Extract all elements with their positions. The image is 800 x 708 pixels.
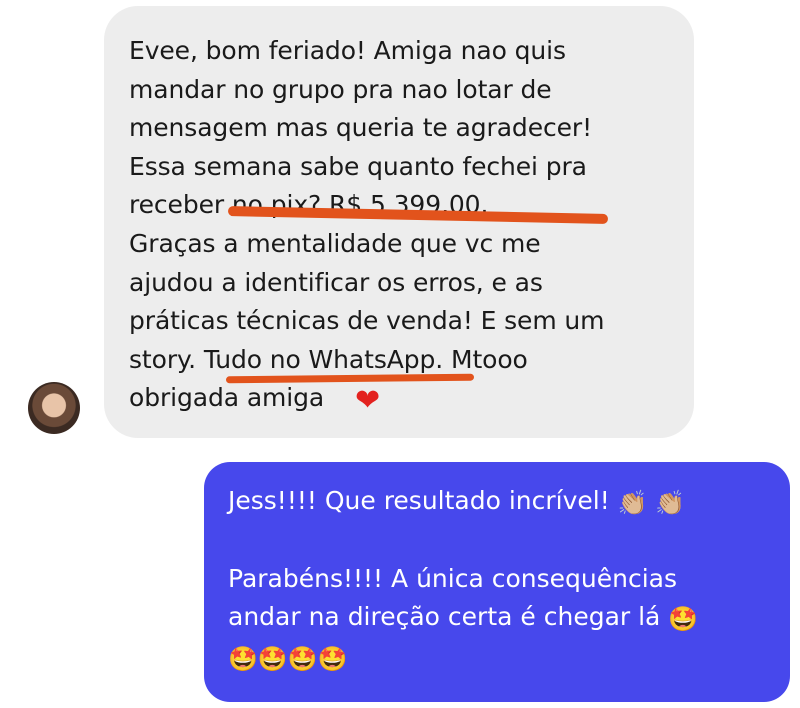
incoming-line: ajudou a identificar os erros, e as	[129, 267, 543, 297]
incoming-line: mensagem mas queria te agradecer!	[129, 113, 592, 143]
star-struck-emoji: 🤩	[668, 605, 699, 633]
incoming-line: práticas técnicas de venda! E sem um	[129, 306, 605, 336]
outgoing-text: andar na direção certa é chegar lá	[228, 602, 661, 631]
outgoing-text: Jess!!!! Que resultado incrível!	[228, 486, 610, 515]
incoming-line: mandar no grupo pra nao lotar de	[129, 74, 552, 104]
incoming-line: Essa semana sabe quanto fechei pra	[129, 151, 587, 181]
heart-emoji: ❤	[355, 383, 381, 418]
incoming-line: Evee, bom feriado! Amiga nao quis	[129, 36, 566, 65]
outgoing-line: 🤩🤩🤩🤩	[228, 638, 770, 678]
star-struck-emoji-row: 🤩🤩🤩🤩	[228, 645, 348, 673]
contact-avatar[interactable]	[28, 382, 80, 434]
outgoing-line: Jess!!!! Que resultado incrível! 👏🏼 👏🏼	[228, 482, 770, 522]
outgoing-line: andar na direção certa é chegar lá 🤩	[228, 598, 770, 638]
outgoing-line: Parabéns!!!! A única consequências	[228, 564, 677, 593]
outgoing-message-bubble: Jess!!!! Que resultado incrível! 👏🏼 👏🏼 P…	[204, 462, 790, 702]
clap-emoji: 👏🏼 👏🏼	[617, 489, 686, 517]
incoming-line: Graças a mentalidade que vc me	[129, 228, 541, 258]
incoming-line: obrigada amiga	[129, 383, 325, 413]
